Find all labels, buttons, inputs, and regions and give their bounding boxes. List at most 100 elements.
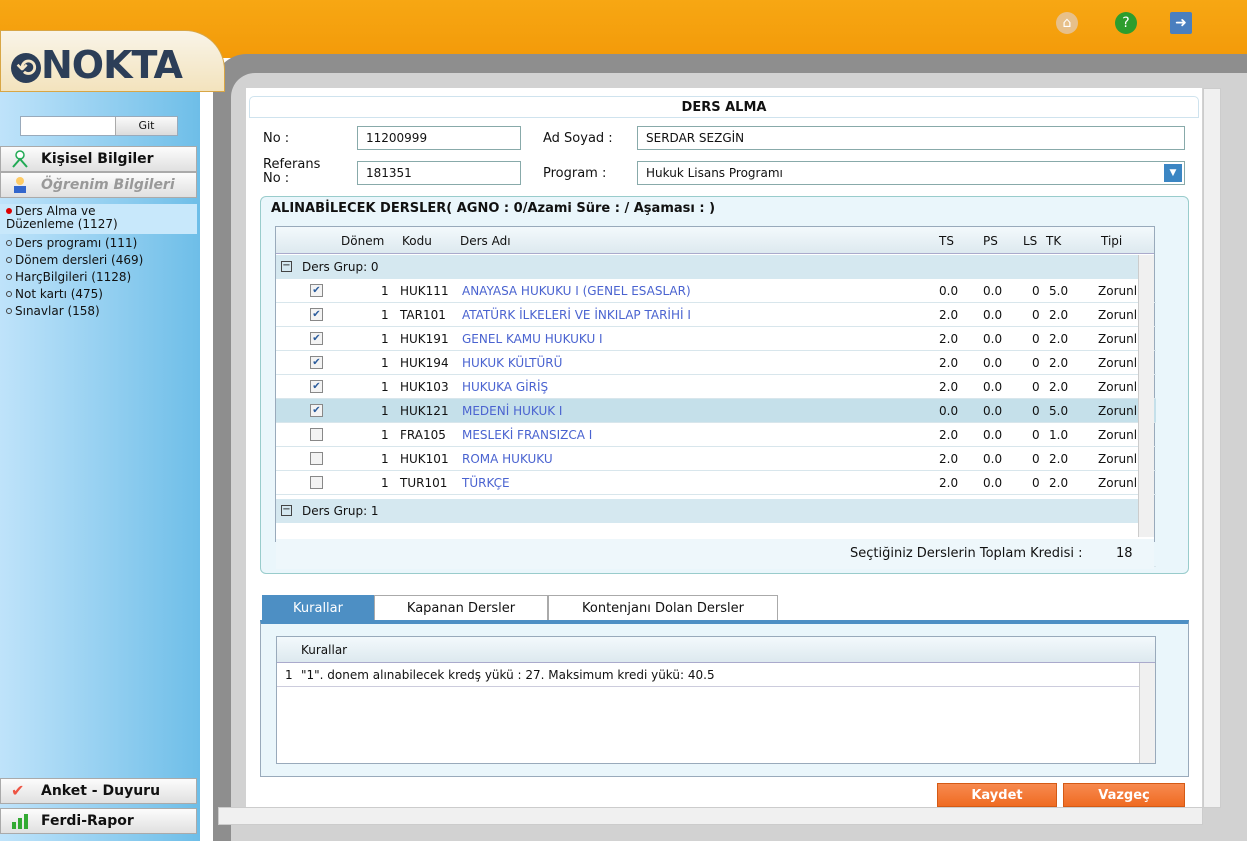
cell-ders-adi: ROMA HUKUKU bbox=[462, 452, 553, 466]
cell-donem: 1 bbox=[381, 356, 389, 370]
cell-ls: 0 bbox=[1032, 428, 1040, 442]
courses-header: Dönem Kodu Ders Adı TS PS LS TK Tipi bbox=[276, 227, 1154, 254]
home-icon[interactable]: ⌂ bbox=[1056, 12, 1078, 34]
table-row[interactable]: ✔ 1 HUK194 HUKUK KÜLTÜRÜ 2.0 0.0 0 2.0 Zorunlu bbox=[276, 351, 1156, 375]
table-row[interactable]: 1 HUK101 ROMA HUKUKU 2.0 0.0 0 2.0 Zorunlu bbox=[276, 447, 1156, 471]
cell-ts: 0.0 bbox=[939, 404, 959, 418]
rules-grid: Kurallar 1 "1". donem alınabilecek kredş… bbox=[276, 636, 1156, 764]
cell-ls: 0 bbox=[1032, 356, 1040, 370]
table-row[interactable]: ✔ 1 HUK191 GENEL KAMU HUKUKU I 2.0 0.0 0 2.0 Zor… bbox=[276, 327, 1156, 351]
cell-ls: 0 bbox=[1032, 284, 1040, 298]
course-checkbox[interactable]: ✔ bbox=[310, 284, 323, 297]
vertical-scrollbar[interactable] bbox=[1203, 88, 1221, 808]
cell-ls: 0 bbox=[1032, 404, 1040, 418]
course-checkbox[interactable]: ✔ bbox=[310, 332, 323, 345]
cell-ts: 2.0 bbox=[939, 332, 959, 346]
cell-ls: 0 bbox=[1032, 452, 1040, 466]
courses-grid: Dönem Kodu Ders Adı TS PS LS TK Tipi − De… bbox=[275, 226, 1156, 569]
ref-field[interactable]: 181351 bbox=[357, 161, 521, 185]
cell-ps: 0.0 bbox=[983, 428, 1003, 442]
cell-tk: 2.0 bbox=[1049, 380, 1069, 394]
exit-icon[interactable]: ➜ bbox=[1170, 12, 1192, 34]
sidebar-item-sinavlar[interactable]: Sınavlar (158) bbox=[6, 305, 100, 318]
table-row[interactable]: ✔ 1 TAR101 ATATÜRK İLKELERİ VE İNKILAP TARİ… bbox=[276, 303, 1156, 327]
help-icon[interactable]: ? bbox=[1115, 12, 1137, 34]
chevron-down-icon[interactable]: ▼ bbox=[1164, 164, 1182, 182]
ref-label-line2: No : bbox=[263, 171, 290, 186]
cell-kod: HUK101 bbox=[400, 452, 449, 466]
cell-ls: 0 bbox=[1032, 332, 1040, 346]
course-checkbox[interactable]: ✔ bbox=[310, 308, 323, 321]
course-checkbox[interactable]: ✔ bbox=[310, 356, 323, 369]
group-row[interactable]: − Ders Grup: 1 bbox=[276, 499, 1154, 523]
rules-row: 1 "1". donem alınabilecek kredş yükü : 2… bbox=[277, 663, 1139, 687]
sidebar-personal[interactable]: Kişisel Bilgiler bbox=[0, 146, 197, 172]
course-checkbox[interactable] bbox=[310, 428, 323, 441]
cell-ders-adi: ATATÜRK İLKELERİ VE İNKILAP TARİHİ I bbox=[462, 308, 691, 322]
logo: ⟲ NOKTA bbox=[11, 43, 183, 87]
cell-kod: HUK103 bbox=[400, 380, 449, 394]
grid-scrollbar[interactable] bbox=[1138, 255, 1154, 537]
save-button[interactable]: Kaydet bbox=[937, 783, 1057, 807]
cell-donem: 1 bbox=[381, 284, 389, 298]
table-row[interactable]: 1 TUR101 TÜRKÇE 2.0 0.0 0 2.0 Zorunlu bbox=[276, 471, 1156, 495]
no-label: No : bbox=[263, 131, 290, 146]
cell-donem: 1 bbox=[381, 380, 389, 394]
sidebar-item-not-karti[interactable]: Not kartı (475) bbox=[6, 288, 103, 301]
cell-tk: 2.0 bbox=[1049, 356, 1069, 370]
col-tk: TK bbox=[1046, 234, 1062, 248]
table-row[interactable]: ✔ 1 HUK103 HUKUKA GİRİŞ 2.0 0.0 0 2.0 Zorunlu bbox=[276, 375, 1156, 399]
sidebar-item-donem-dersleri[interactable]: Dönem dersleri (469) bbox=[6, 254, 143, 267]
sidebar-item-ders-alma[interactable]: Ders Alma ve Düzenleme (1127) bbox=[6, 205, 136, 231]
tab-kurallar[interactable]: Kurallar bbox=[262, 595, 374, 621]
git-button[interactable]: Git bbox=[115, 117, 177, 135]
cell-ders-adi: ANAYASA HUKUKU I (GENEL ESASLAR) bbox=[462, 284, 691, 298]
sidebar-item-ders-programi[interactable]: Ders programı (111) bbox=[6, 237, 137, 250]
course-checkbox[interactable] bbox=[310, 476, 323, 489]
cell-donem: 1 bbox=[381, 476, 389, 490]
table-row[interactable]: ✔ 1 HUK111 ANAYASA HUKUKU I (GENEL ESASLAR)… bbox=[276, 279, 1156, 303]
cell-kod: HUK194 bbox=[400, 356, 449, 370]
table-row[interactable]: 1 FRA105 MESLEKİ FRANSIZCA I 2.0 0.0 0 1.0 Zoru… bbox=[276, 423, 1156, 447]
program-select[interactable]: Hukuk Lisans Programı ▼ bbox=[637, 161, 1185, 185]
cell-donem: 1 bbox=[381, 452, 389, 466]
tab-kapanan-dersler[interactable]: Kapanan Dersler bbox=[374, 595, 548, 621]
collapse-icon[interactable]: − bbox=[281, 261, 292, 272]
bullet-icon bbox=[6, 291, 12, 297]
course-checkbox[interactable] bbox=[310, 452, 323, 465]
cell-ps: 0.0 bbox=[983, 284, 1003, 298]
courses-title: ALINABİLECEK DERSLER( AGNO : 0/Azami Sür… bbox=[271, 201, 716, 216]
sidebar: Git Kişisel Bilgiler Öğrenim Bilgileri D… bbox=[0, 92, 200, 841]
sidebar-survey[interactable]: ✔ Anket - Duyuru bbox=[0, 778, 197, 804]
cancel-button[interactable]: Vazgeç bbox=[1063, 783, 1185, 807]
cell-tk: 2.0 bbox=[1049, 476, 1069, 490]
cell-ps: 0.0 bbox=[983, 380, 1003, 394]
cell-ts: 2.0 bbox=[939, 428, 959, 442]
sidebar-item-label: Dönem dersleri (469) bbox=[15, 253, 144, 267]
name-field[interactable]: SERDAR SEZGİN bbox=[637, 126, 1185, 150]
cell-ts: 2.0 bbox=[939, 356, 959, 370]
cell-ders-adi: MEDENİ HUKUK I bbox=[462, 404, 563, 418]
collapse-icon[interactable]: − bbox=[281, 505, 292, 516]
page-title: DERS ALMA bbox=[249, 96, 1199, 118]
group-row[interactable]: − Ders Grup: 0 bbox=[276, 255, 1154, 279]
sidebar-education[interactable]: Öğrenim Bilgileri bbox=[0, 172, 197, 198]
chart-icon bbox=[11, 812, 29, 830]
git-search[interactable]: Git bbox=[20, 116, 178, 136]
total-value: 18 bbox=[1116, 546, 1133, 561]
table-row[interactable]: ✔ 1 HUK121 MEDENİ HUKUK I 0.0 0.0 0 5.0 Zorunlu bbox=[276, 399, 1156, 423]
no-field[interactable]: 11200999 bbox=[357, 126, 521, 150]
cell-ders-adi: TÜRKÇE bbox=[462, 476, 510, 490]
horizontal-scrollbar[interactable] bbox=[218, 807, 1203, 825]
cell-ps: 0.0 bbox=[983, 308, 1003, 322]
check-icon: ✔ bbox=[11, 781, 25, 800]
cell-tk: 5.0 bbox=[1049, 404, 1069, 418]
course-checkbox[interactable]: ✔ bbox=[310, 380, 323, 393]
course-checkbox[interactable]: ✔ bbox=[310, 404, 323, 417]
sidebar-item-harc[interactable]: HarçBilgileri (1128) bbox=[6, 271, 131, 284]
logo-text: NOKTA bbox=[41, 43, 183, 87]
rules-scrollbar[interactable] bbox=[1139, 663, 1155, 763]
sidebar-report[interactable]: Ferdi-Rapor bbox=[0, 808, 197, 834]
col-tipi: Tipi bbox=[1101, 234, 1123, 248]
tab-kontenjan[interactable]: Kontenjanı Dolan Dersler bbox=[548, 595, 778, 621]
